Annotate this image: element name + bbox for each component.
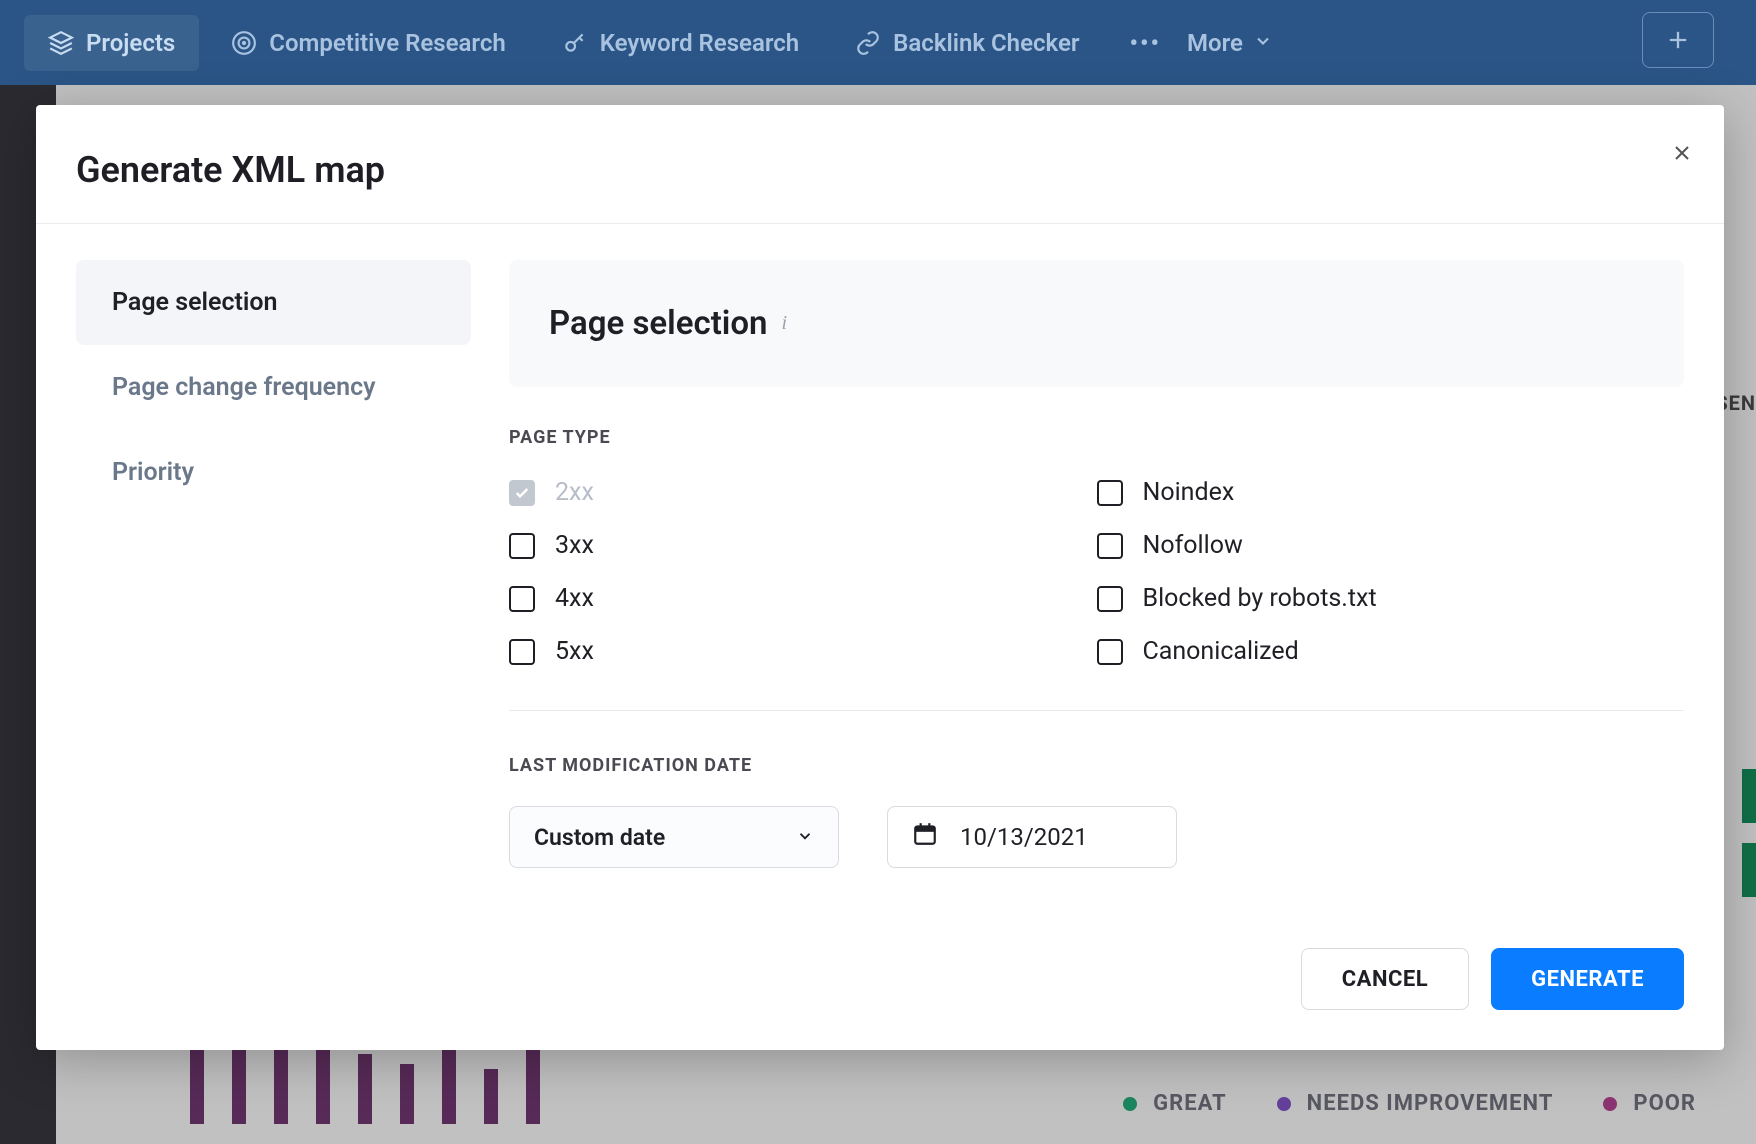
link-icon bbox=[855, 30, 881, 56]
checkbox-nofollow[interactable]: Nofollow bbox=[1097, 531, 1685, 560]
target-icon bbox=[231, 30, 257, 56]
checkbox-2xx: 2xx bbox=[509, 478, 1097, 507]
nav-label: Competitive Research bbox=[269, 29, 506, 57]
nav-backlink-checker[interactable]: Backlink Checker bbox=[831, 15, 1103, 71]
last-mod-label: LAST MODIFICATION DATE bbox=[509, 755, 1684, 776]
checkbox-icon bbox=[509, 480, 535, 506]
date-mode-select[interactable]: Custom date bbox=[509, 806, 839, 868]
nav-projects[interactable]: Projects bbox=[24, 15, 199, 71]
checkbox-canonicalized[interactable]: Canonicalized bbox=[1097, 637, 1685, 666]
nav-label: Backlink Checker bbox=[893, 29, 1079, 57]
panel-title: Page selection bbox=[549, 304, 767, 343]
top-nav: Projects Competitive Research Keyword Re… bbox=[0, 0, 1756, 85]
nav-keyword-research[interactable]: Keyword Research bbox=[538, 15, 823, 71]
add-button[interactable] bbox=[1642, 12, 1714, 68]
checkbox-4xx[interactable]: 4xx bbox=[509, 584, 1097, 613]
nav-more-label: More bbox=[1187, 29, 1243, 57]
modal-footer: CANCEL GENERATE bbox=[36, 948, 1724, 1050]
modal-header: Generate XML map bbox=[36, 105, 1724, 224]
dots-icon: ••• bbox=[1130, 29, 1162, 57]
panel-heading: Page selection i bbox=[509, 260, 1684, 387]
checkbox-icon bbox=[1097, 586, 1123, 612]
checkbox-noindex[interactable]: Noindex bbox=[1097, 478, 1685, 507]
checkbox-icon bbox=[509, 586, 535, 612]
tab-page-selection[interactable]: Page selection bbox=[76, 260, 471, 345]
modal-title: Generate XML map bbox=[76, 149, 1684, 191]
calendar-icon bbox=[912, 821, 938, 853]
chevron-down-icon bbox=[1253, 29, 1273, 57]
layers-icon bbox=[48, 30, 74, 56]
checkbox-icon bbox=[1097, 480, 1123, 506]
page-type-label: PAGE TYPE bbox=[509, 427, 1684, 448]
side-tabs: Page selection Page change frequency Pri… bbox=[76, 260, 471, 868]
checkbox-icon bbox=[1097, 533, 1123, 559]
main-panel: Page selection i PAGE TYPE 2xx Noindex bbox=[509, 260, 1684, 868]
modal-body: Page selection Page change frequency Pri… bbox=[36, 224, 1724, 868]
checkbox-icon bbox=[509, 639, 535, 665]
checkbox-icon bbox=[509, 533, 535, 559]
nav-more[interactable]: ••• More bbox=[1112, 29, 1291, 57]
generate-xml-modal: Generate XML map Page selection Page cha… bbox=[36, 105, 1724, 1050]
info-icon[interactable]: i bbox=[781, 312, 787, 335]
generate-button[interactable]: GENERATE bbox=[1491, 948, 1684, 1010]
checkbox-blocked-robots[interactable]: Blocked by robots.txt bbox=[1097, 584, 1685, 613]
chevron-down-icon bbox=[796, 824, 814, 851]
nav-label: Projects bbox=[86, 29, 175, 57]
checkbox-icon bbox=[1097, 639, 1123, 665]
tab-page-change-frequency[interactable]: Page change frequency bbox=[76, 345, 471, 430]
nav-label: Keyword Research bbox=[600, 29, 799, 57]
checkbox-3xx[interactable]: 3xx bbox=[509, 531, 1097, 560]
nav-competitive-research[interactable]: Competitive Research bbox=[207, 15, 530, 71]
key-icon bbox=[562, 30, 588, 56]
cancel-button[interactable]: CANCEL bbox=[1301, 948, 1469, 1010]
date-row: Custom date 10/13/2021 bbox=[509, 806, 1684, 868]
date-input[interactable]: 10/13/2021 bbox=[887, 806, 1177, 868]
tab-priority[interactable]: Priority bbox=[76, 430, 471, 515]
page-type-grid: 2xx Noindex 3xx Nofollow 4xx bbox=[509, 478, 1684, 711]
checkbox-5xx[interactable]: 5xx bbox=[509, 637, 1097, 666]
close-icon[interactable] bbox=[1664, 135, 1700, 171]
